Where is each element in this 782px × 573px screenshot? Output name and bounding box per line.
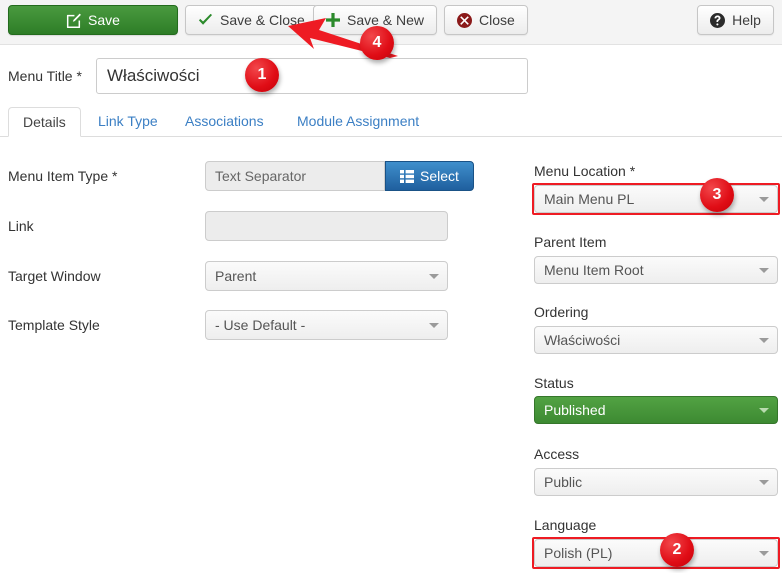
template-style-label: Template Style xyxy=(8,317,100,333)
save-new-button-label: Save & New xyxy=(347,12,425,28)
access-label: Access xyxy=(534,446,580,462)
menu-item-type-field: Text Separator xyxy=(205,161,385,191)
chevron-down-icon xyxy=(759,408,769,413)
link-label: Link xyxy=(8,218,34,234)
checkmark-icon xyxy=(198,13,213,27)
menu-location-select[interactable]: Main Menu PL xyxy=(534,185,778,213)
select-button-label: Select xyxy=(420,168,459,184)
chevron-down-icon xyxy=(429,323,439,328)
link-field[interactable] xyxy=(205,211,448,241)
chevron-down-icon xyxy=(759,197,769,202)
chevron-down-icon xyxy=(759,551,769,556)
tab-details[interactable]: Details xyxy=(8,107,81,137)
status-value: Published xyxy=(544,402,606,418)
save-close-button-label: Save & Close xyxy=(220,12,305,28)
chevron-down-icon xyxy=(759,480,769,485)
menu-item-type-label: Menu Item Type * xyxy=(8,168,118,184)
callout-badge-2: 2 xyxy=(660,533,694,567)
chevron-down-icon xyxy=(759,268,769,273)
save-button[interactable]: Save xyxy=(8,5,178,35)
ordering-value: Właściwości xyxy=(544,332,621,348)
help-button-label: Help xyxy=(732,12,761,28)
callout-badge-4: 4 xyxy=(360,26,394,60)
access-select[interactable]: Public xyxy=(534,468,778,496)
target-window-label: Target Window xyxy=(8,268,101,284)
parent-item-label: Parent Item xyxy=(534,234,607,250)
close-button-label: Close xyxy=(479,12,515,28)
language-value: Polish (PL) xyxy=(544,545,613,561)
callout-badge-1: 1 xyxy=(245,58,279,92)
tab-bar: Details Link Type Associations Module As… xyxy=(0,107,782,137)
menu-title-label: Menu Title * xyxy=(8,68,82,84)
save-close-button[interactable]: Save & Close xyxy=(185,5,318,35)
language-select[interactable]: Polish (PL) xyxy=(534,539,778,567)
ordering-select[interactable]: Właściwości xyxy=(534,326,778,354)
save-button-label: Save xyxy=(88,12,120,28)
tab-module-assignment[interactable]: Module Assignment xyxy=(283,107,433,137)
plus-icon xyxy=(326,13,340,27)
menu-title-row: Menu Title * Właściwości xyxy=(0,58,782,100)
status-select[interactable]: Published xyxy=(534,396,778,424)
target-window-value: Parent xyxy=(215,268,257,284)
help-button[interactable]: Help xyxy=(697,5,774,35)
access-value: Public xyxy=(544,474,583,490)
language-label: Language xyxy=(534,517,597,533)
close-button[interactable]: Close xyxy=(444,5,528,35)
menu-location-value: Main Menu PL xyxy=(544,191,635,207)
status-label: Status xyxy=(534,375,574,391)
target-window-select[interactable]: Parent xyxy=(205,261,448,291)
ordering-label: Ordering xyxy=(534,304,589,320)
tab-associations[interactable]: Associations xyxy=(171,107,278,137)
template-style-select[interactable]: - Use Default - xyxy=(205,310,448,340)
template-style-value: - Use Default - xyxy=(215,317,306,333)
menu-title-input[interactable]: Właściwości xyxy=(96,58,528,94)
parent-item-select[interactable]: Menu Item Root xyxy=(534,256,778,284)
help-circle-icon xyxy=(710,12,726,28)
close-circle-icon xyxy=(457,12,472,28)
tab-link-type[interactable]: Link Type xyxy=(84,107,172,137)
menu-location-label: Menu Location * xyxy=(534,163,636,179)
edit-pencil-icon xyxy=(66,13,81,28)
parent-item-value: Menu Item Root xyxy=(544,262,644,278)
callout-badge-3: 3 xyxy=(700,178,734,212)
select-menu-item-type-button[interactable]: Select xyxy=(385,161,474,191)
chevron-down-icon xyxy=(429,274,439,279)
chevron-down-icon xyxy=(759,338,769,343)
grid-icon xyxy=(400,169,415,183)
